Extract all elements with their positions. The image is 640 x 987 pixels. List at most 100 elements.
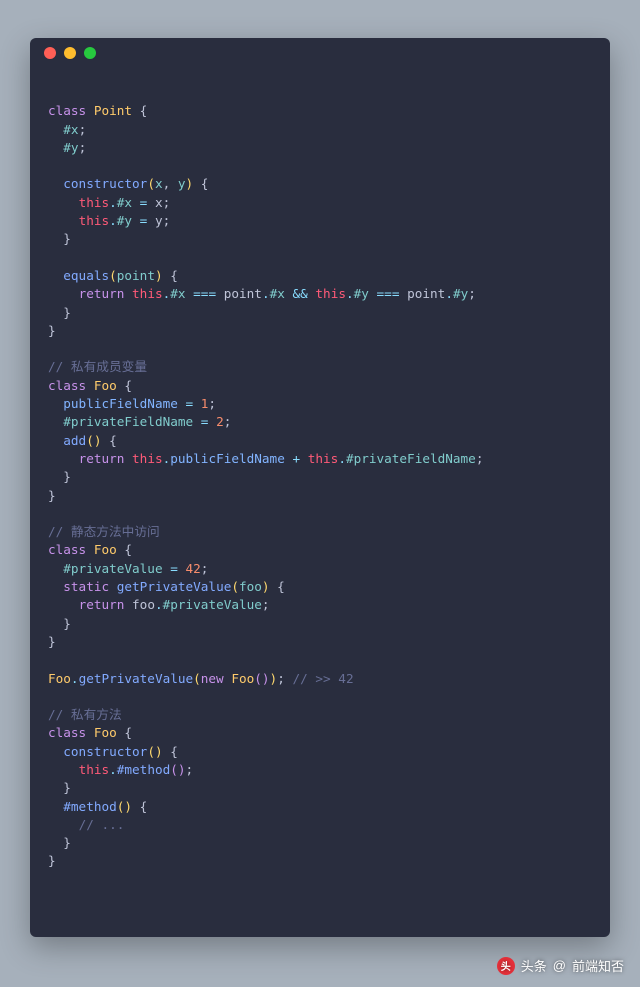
code-token: ; bbox=[201, 561, 209, 576]
code-token: ( bbox=[147, 176, 155, 191]
code-token: equals bbox=[63, 268, 109, 283]
code-line: class Foo { bbox=[48, 377, 592, 395]
code-token: { bbox=[117, 725, 132, 740]
code-line: } bbox=[48, 322, 592, 340]
code-line: #privateValue = 42; bbox=[48, 560, 592, 578]
code-token: ( bbox=[109, 268, 117, 283]
code-line bbox=[48, 157, 592, 175]
code-line: } bbox=[48, 304, 592, 322]
code-line: class Foo { bbox=[48, 724, 592, 742]
watermark-at: @ bbox=[553, 958, 566, 973]
code-token: #method bbox=[117, 762, 170, 777]
code-line: this.#y = y; bbox=[48, 212, 592, 230]
code-token: ( bbox=[86, 433, 94, 448]
code-token bbox=[48, 451, 79, 466]
code-token: } bbox=[48, 780, 71, 795]
code-token bbox=[48, 213, 79, 228]
code-token: Foo bbox=[48, 671, 71, 686]
code-line bbox=[48, 340, 592, 358]
code-token: ; bbox=[79, 140, 87, 155]
code-token: return bbox=[79, 286, 125, 301]
code-token: 2 bbox=[216, 414, 224, 429]
code-token: } bbox=[48, 853, 56, 868]
code-line: } bbox=[48, 852, 592, 870]
code-line: equals(point) { bbox=[48, 267, 592, 285]
watermark: 头 头条 @ 前端知否 bbox=[497, 956, 624, 975]
code-token: #method bbox=[63, 799, 116, 814]
code-token: class bbox=[48, 378, 94, 393]
code-line: return this.#x === point.#x && this.#y =… bbox=[48, 285, 592, 303]
code-token: . bbox=[445, 286, 453, 301]
code-token: return bbox=[79, 597, 125, 612]
code-token: } bbox=[48, 323, 56, 338]
code-line: static getPrivateValue(foo) { bbox=[48, 578, 592, 596]
code-token: ; bbox=[186, 762, 194, 777]
minimize-icon[interactable] bbox=[64, 47, 76, 59]
code-line: this.#x = x; bbox=[48, 194, 592, 212]
code-token: this bbox=[132, 451, 163, 466]
code-line bbox=[48, 84, 592, 102]
code-token: ) bbox=[186, 176, 194, 191]
code-token: // 私有成员变量 bbox=[48, 359, 147, 374]
code-token: #x bbox=[117, 195, 132, 210]
code-token: } bbox=[48, 835, 71, 850]
code-token bbox=[48, 286, 79, 301]
code-token: constructor bbox=[63, 176, 147, 191]
code-token bbox=[48, 176, 63, 191]
code-token bbox=[48, 195, 79, 210]
code-token: // ... bbox=[79, 817, 125, 832]
code-token: , bbox=[163, 176, 178, 191]
code-line: this.#method(); bbox=[48, 761, 592, 779]
code-token bbox=[124, 451, 132, 466]
code-token: y bbox=[155, 213, 163, 228]
code-token: ) bbox=[155, 744, 163, 759]
code-token: ( bbox=[231, 579, 239, 594]
code-token: ) bbox=[262, 579, 270, 594]
titlebar bbox=[30, 38, 610, 68]
code-token: static bbox=[63, 579, 109, 594]
code-token: #privateValue bbox=[48, 561, 163, 576]
code-token: = bbox=[132, 195, 155, 210]
code-token: point bbox=[117, 268, 155, 283]
code-token bbox=[48, 762, 79, 777]
maximize-icon[interactable] bbox=[84, 47, 96, 59]
code-token: y bbox=[178, 176, 186, 191]
code-token: . bbox=[346, 286, 354, 301]
code-token: { bbox=[132, 103, 147, 118]
code-token: { bbox=[132, 799, 147, 814]
code-token: Foo bbox=[94, 725, 117, 740]
code-line: } bbox=[48, 834, 592, 852]
code-token: class bbox=[48, 542, 94, 557]
code-token: #y bbox=[453, 286, 468, 301]
code-token: #privateFieldName bbox=[48, 414, 193, 429]
code-token: #y bbox=[354, 286, 369, 301]
code-window: class Point { #x; #y; constructor(x, y) … bbox=[30, 38, 610, 937]
code-token: ; bbox=[163, 213, 171, 228]
code-line: // 私有成员变量 bbox=[48, 358, 592, 376]
code-token bbox=[48, 817, 79, 832]
code-line bbox=[48, 688, 592, 706]
code-token: this bbox=[132, 286, 163, 301]
code-token: === bbox=[369, 286, 407, 301]
code-token: // 私有方法 bbox=[48, 707, 122, 722]
code-token bbox=[48, 744, 63, 759]
code-token: #privateFieldName bbox=[346, 451, 476, 466]
code-line: // 私有方法 bbox=[48, 706, 592, 724]
code-line: } bbox=[48, 468, 592, 486]
code-line: return foo.#privateValue; bbox=[48, 596, 592, 614]
code-line: constructor() { bbox=[48, 743, 592, 761]
watermark-handle: 前端知否 bbox=[572, 956, 624, 975]
code-token: ) bbox=[178, 762, 186, 777]
code-token bbox=[109, 579, 117, 594]
code-token: 42 bbox=[186, 561, 201, 576]
code-token: { bbox=[101, 433, 116, 448]
code-token: #x bbox=[170, 286, 185, 301]
code-token: // >> 42 bbox=[292, 671, 353, 686]
close-icon[interactable] bbox=[44, 47, 56, 59]
code-token: this bbox=[79, 762, 110, 777]
code-line bbox=[48, 249, 592, 267]
code-token: #y bbox=[117, 213, 132, 228]
code-token: } bbox=[48, 231, 71, 246]
toutiao-logo-icon: 头 bbox=[497, 957, 515, 975]
code-token: } bbox=[48, 488, 56, 503]
